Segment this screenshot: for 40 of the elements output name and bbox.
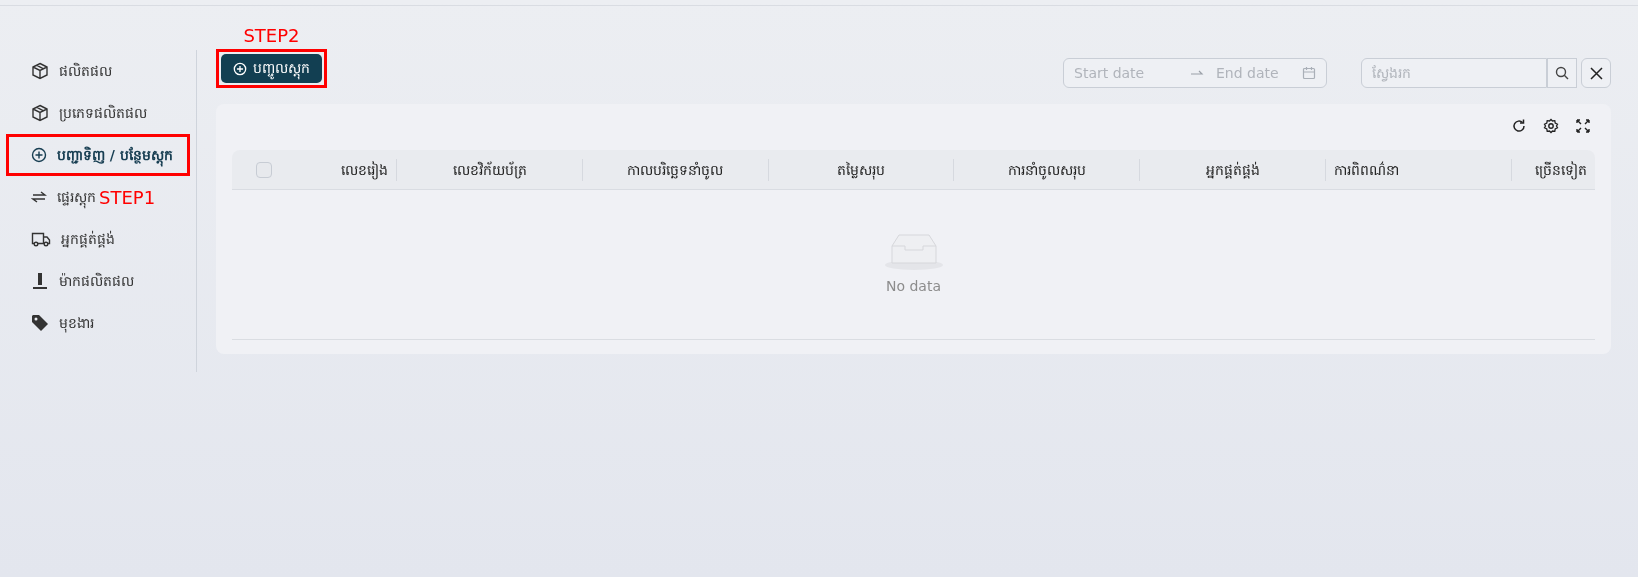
add-stock-button[interactable]: បញ្ចូលស្តុក: [221, 54, 322, 83]
sidebar-item[interactable]: បញ្ជាទិញ / បន្ថែមស្តុក: [6, 134, 190, 176]
calendar-icon: [1302, 66, 1316, 80]
column-header: ច្រើនទៀត: [1535, 161, 1588, 178]
empty-inbox-icon: [883, 232, 944, 272]
search-icon: [1555, 66, 1569, 80]
column-header: ការពិពណ៌នា: [1333, 161, 1399, 178]
swap-icon: [31, 190, 47, 204]
tag-icon: [31, 314, 49, 332]
search-button[interactable]: [1547, 58, 1577, 88]
stamp-icon: [31, 272, 49, 290]
end-date-placeholder: End date: [1216, 63, 1280, 83]
box-icon: [31, 62, 49, 80]
sidebar-item[interactable]: មុខងារ: [6, 302, 190, 344]
sidebar-item[interactable]: អ្នកផ្គត់ផ្គង់: [6, 218, 190, 260]
column-header: លេខរៀង: [341, 161, 389, 178]
column-header: ការនាំចូលសរុប: [1007, 161, 1086, 178]
box-icon: [31, 104, 49, 122]
column-header: កាលបរិច្ឆេទនាំចូល: [627, 161, 724, 178]
start-date-placeholder: Start date: [1074, 63, 1146, 83]
select-all-checkbox[interactable]: [256, 161, 272, 178]
column-header: តម្លៃសរុប: [837, 161, 886, 178]
column-header: អ្នកផ្គត់ផ្គង់: [1205, 161, 1260, 178]
plus-circle-icon: [233, 61, 247, 76]
settings-icon[interactable]: [1543, 118, 1559, 134]
empty-text: No data: [886, 277, 941, 296]
sidebar-item[interactable]: ម៉ាកផលិតផល: [6, 260, 190, 302]
fullscreen-icon[interactable]: [1575, 118, 1591, 134]
refresh-icon[interactable]: [1511, 118, 1527, 134]
sidebar-item[interactable]: ផលិតផល: [6, 50, 190, 92]
close-icon: [1589, 66, 1603, 80]
step-annotation: STEP2: [243, 24, 300, 48]
sidebar-item[interactable]: ប្រភេទផលិតផល: [6, 92, 190, 134]
search-field[interactable]: ស្វែងរក: [1361, 58, 1547, 88]
truck-icon: [31, 231, 51, 247]
plus-circle-icon: [31, 147, 47, 163]
step-annotation: STEP1: [99, 185, 156, 210]
clear-button[interactable]: [1581, 58, 1611, 88]
sidebar-item[interactable]: ផ្ទេរស្តុក: [6, 176, 99, 218]
column-header: លេខវិក័យប័ត្រ: [452, 161, 527, 178]
